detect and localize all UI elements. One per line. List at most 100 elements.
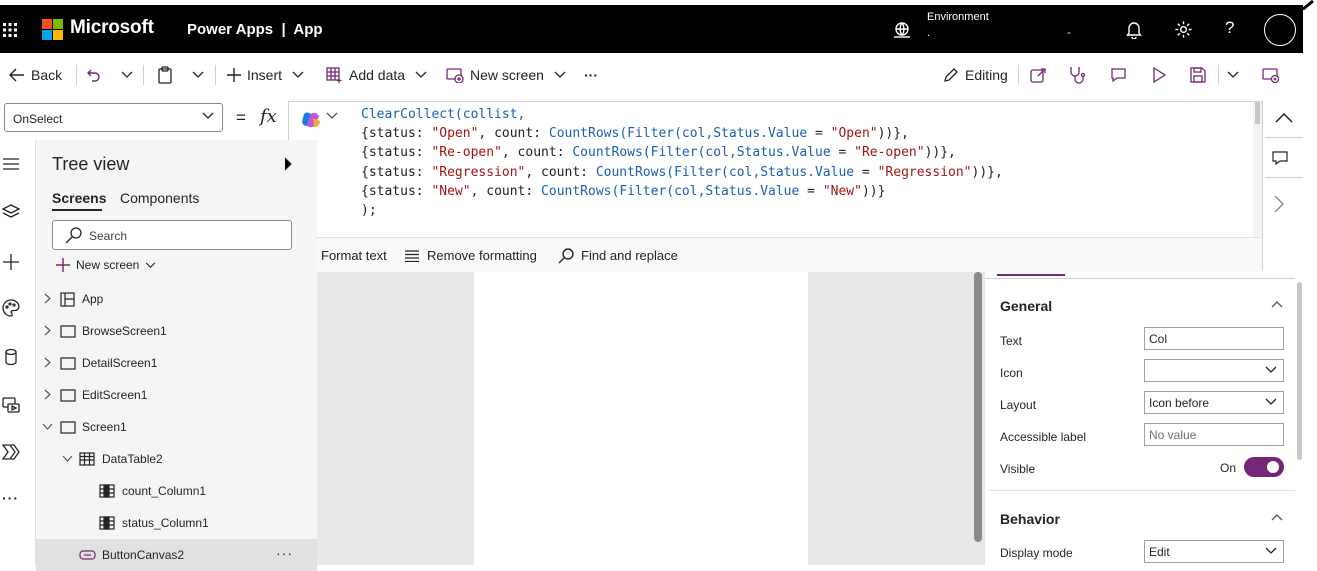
hamburger-menu-icon[interactable] [2,157,20,171]
chevron-up-icon[interactable] [1271,300,1283,308]
formula-token: ))}, [971,164,1003,180]
display-mode-select[interactable]: Edit [1144,540,1284,563]
formula-toolbar: Format text Remove formatting Find and r… [289,237,1262,272]
app-checker-button[interactable] [1068,56,1085,94]
tree-node-label: ButtonCanvas2 [102,548,185,562]
tab-screens[interactable]: Screens [52,190,106,206]
back-label: Back [31,67,63,83]
chevron-down-icon[interactable] [326,112,338,120]
tree-node-label: status_Column1 [122,516,209,530]
formula-line[interactable]: {status: "Open", count: CountRows(Filter… [361,124,1003,143]
node-more-options-button[interactable]: ··· [276,545,293,561]
undo-button[interactable] [86,56,102,94]
new-screen-button[interactable]: New screen [446,56,566,94]
chevron-right-icon[interactable] [44,325,51,336]
chevron-down-icon[interactable] [42,423,53,430]
find-replace-button[interactable]: Find and replace [558,238,678,273]
chevron-down-icon [554,71,566,78]
tree-node-screen1[interactable]: Screen1 [36,411,317,443]
toggle-knob [1267,461,1279,473]
notifications-icon[interactable] [1125,20,1143,39]
formula-editor[interactable]: ClearCollect(collist, {status: "Open", co… [288,101,1263,272]
preview-button[interactable] [1152,56,1166,94]
chevron-right-icon[interactable] [1274,195,1284,213]
properties-scrollbar[interactable] [1297,282,1302,460]
user-avatar[interactable] [1264,14,1296,46]
chevron-right-icon[interactable] [44,357,51,368]
fx-icon: fx [260,106,277,127]
section-general-title[interactable]: General [1000,298,1052,314]
chevron-down-icon [1265,398,1277,405]
layout-property-select[interactable]: Icon before [1144,391,1284,414]
tree-node-browsescreen1[interactable]: BrowseScreen1 [36,315,317,347]
accessible-label-input[interactable]: No value [1144,423,1284,446]
publish-button[interactable] [1262,56,1280,94]
editing-mode-button[interactable]: Editing [943,56,1008,94]
chevron-right-icon[interactable] [44,389,51,400]
insert-button[interactable]: Insert [227,56,304,94]
tree-view-layers-icon[interactable] [2,204,20,220]
visible-toggle[interactable] [1244,457,1284,477]
settings-gear-icon[interactable] [1174,20,1193,39]
close-icon[interactable] [284,157,292,171]
tree-node-datatable2[interactable]: DataTable2 [36,443,317,475]
tree-node-detailscreen1[interactable]: DetailScreen1 [36,347,317,379]
insert-plus-icon[interactable] [2,253,20,271]
section-behavior-title[interactable]: Behavior [1000,511,1060,527]
environment-extra: - [1067,27,1071,39]
formula-line[interactable]: {status: "Re-open", count: CountRows(Fil… [361,143,1003,162]
environment-value[interactable]: . [927,27,930,39]
formula-line[interactable]: ); [361,201,1003,220]
formula-line[interactable]: {status: "Regression", count: CountRows(… [361,163,1003,182]
save-dropdown[interactable] [1227,56,1239,94]
paste-dropdown[interactable] [192,56,204,94]
themes-palette-icon[interactable] [2,299,20,317]
chevron-right-icon[interactable] [44,293,51,304]
clipboard-icon [158,66,172,84]
icon-property-select[interactable] [1144,359,1284,382]
tree-node-app[interactable]: App [36,283,317,315]
add-data-button[interactable]: Add data [326,56,427,94]
back-button[interactable]: Back [9,56,62,94]
more-commands-button[interactable]: ··· [584,56,598,94]
comments-button[interactable] [1110,56,1127,94]
power-automate-icon[interactable] [2,444,20,460]
tree-search-input[interactable]: Search [52,220,292,250]
media-icon[interactable] [2,396,20,414]
more-tools-button[interactable]: ··· [2,490,19,506]
chevron-up-icon[interactable] [1271,513,1283,521]
new-screen-label: New screen [470,67,544,83]
collapse-up-icon[interactable] [1275,113,1293,123]
tree-node-buttoncanvas2[interactable]: ButtonCanvas2 ··· [36,539,317,571]
copilot-icon[interactable] [301,111,321,129]
formula-code[interactable]: ClearCollect(collist, {status: "Open", co… [361,105,1003,220]
formula-token: , count: [478,126,549,142]
environment-icon[interactable] [892,21,912,39]
text-property-input[interactable]: Col [1144,327,1284,350]
comment-panel-icon[interactable] [1272,151,1288,166]
property-selector[interactable]: OnSelect [4,103,223,132]
data-table-icon [79,452,95,466]
app-launcher-icon[interactable] [2,22,18,38]
tree-node-count-column1[interactable]: count_Column1 [36,475,317,507]
button-control-icon [79,550,96,560]
formula-line[interactable]: {status: "New", count: CountRows(Filter(… [361,182,1003,201]
remove-formatting-button[interactable]: Remove formatting [404,238,537,273]
canvas-scrollbar[interactable] [974,272,982,542]
editor-scrollbar[interactable] [1253,102,1262,237]
screen-artboard[interactable] [474,272,808,565]
help-icon[interactable]: ? [1225,18,1234,38]
plus-icon [227,68,241,82]
paste-button[interactable] [157,56,173,94]
tree-node-editscreen1[interactable]: EditScreen1 [36,379,317,411]
save-button[interactable] [1190,56,1206,94]
share-button[interactable] [1030,56,1047,94]
chevron-down-icon[interactable] [62,455,73,462]
data-cylinder-icon[interactable] [2,348,20,366]
tab-components[interactable]: Components [120,190,199,206]
tree-node-status-column1[interactable]: status_Column1 [36,507,317,539]
formula-line[interactable]: ClearCollect(collist, [361,105,1003,124]
undo-dropdown[interactable] [121,56,133,94]
plus-icon [56,258,70,272]
tree-new-screen-button[interactable]: New screen [56,258,156,272]
